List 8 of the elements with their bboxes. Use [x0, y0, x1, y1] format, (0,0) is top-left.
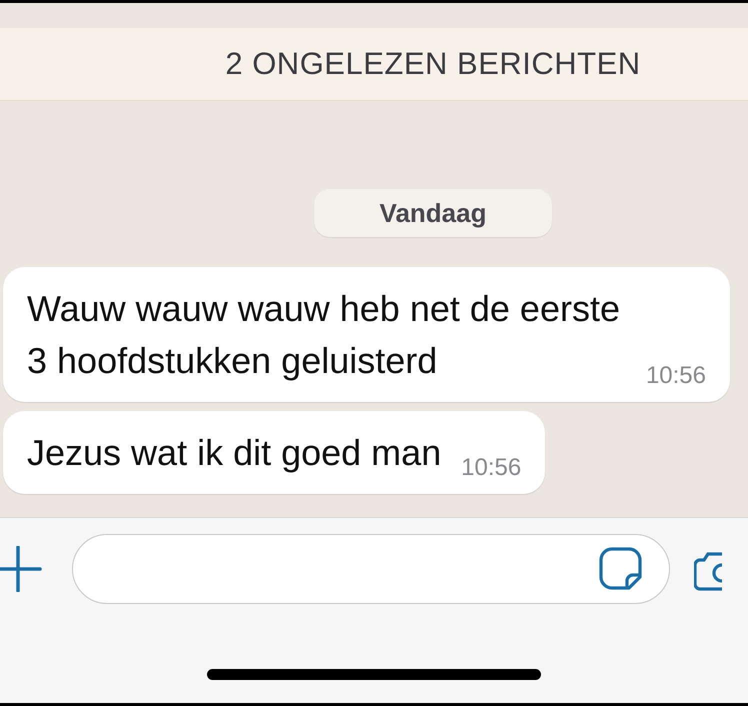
message-time: 10:56 [461, 454, 522, 482]
unread-count-text: 2 ONGELEZEN BERICHTEN [225, 46, 641, 82]
sticker-icon[interactable] [599, 547, 643, 591]
message-bubble: Wauw wauw wauw heb net de eerste 3 hoofdstukken geluisterd 10:56 [3, 267, 730, 402]
date-separator: Vandaag [314, 189, 552, 237]
message-bubble: Jezus wat ik dit goed man 10:56 [3, 411, 546, 494]
message-time: 10:56 [646, 362, 706, 390]
plus-icon[interactable] [0, 546, 42, 592]
